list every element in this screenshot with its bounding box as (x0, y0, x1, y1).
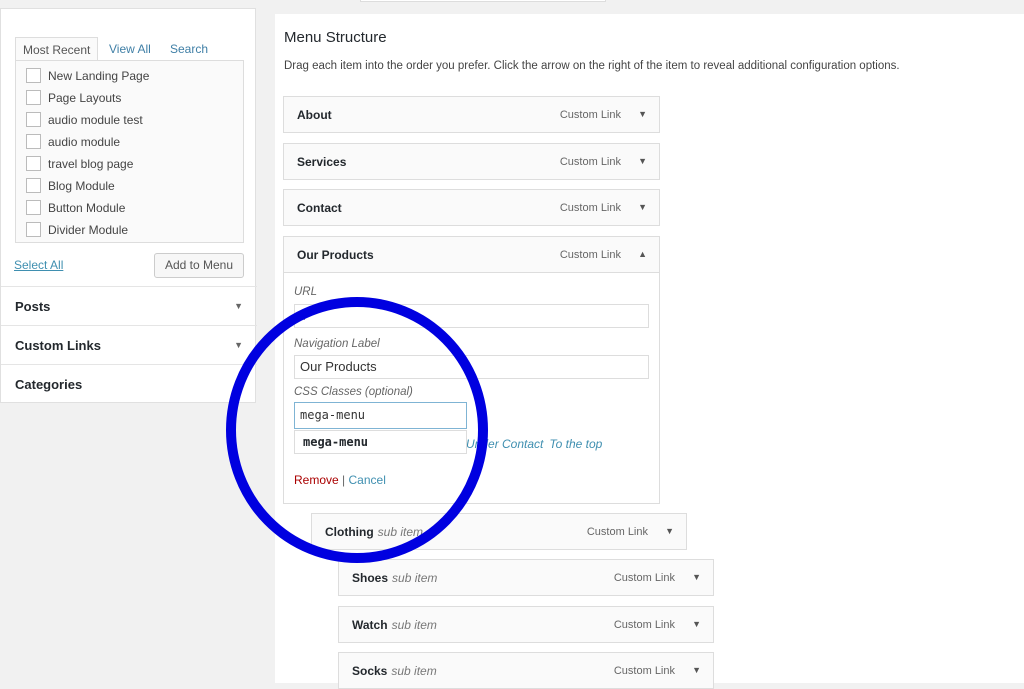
move-under-contact-link[interactable]: Under Contact (466, 437, 543, 451)
checkbox[interactable] (26, 156, 41, 171)
caret-down-icon: ▼ (234, 340, 243, 350)
item-label: audio module test (48, 112, 143, 127)
item-type: Custom Link (613, 619, 675, 631)
page-title: Menu Structure (284, 29, 387, 46)
actions: Remove | Cancel (294, 473, 386, 487)
add-menu-items-panel: Most Recent View All Search New Landing … (0, 8, 257, 403)
item-title: Socks (352, 664, 388, 678)
list-item[interactable]: audio module test (26, 112, 143, 127)
item-title: About (297, 108, 332, 122)
menu-item-about[interactable]: About Custom Link ▼ (283, 96, 660, 133)
move-to-top-link[interactable]: To the top (549, 437, 602, 451)
separator: | (342, 473, 346, 487)
item-type: Custom Link (559, 249, 621, 261)
menu-item-socks[interactable]: Socks sub item Custom Link ▼ (338, 652, 714, 689)
caret-down-icon[interactable]: ▼ (665, 526, 674, 536)
section-label: Custom Links (15, 338, 101, 353)
item-type: Custom Link (559, 156, 621, 168)
item-title: Clothing (325, 525, 374, 539)
checkbox[interactable] (26, 200, 41, 215)
item-label: Divider Module (48, 222, 129, 237)
move-links: Under Contact To the top (466, 437, 602, 451)
item-label: Button Module (48, 200, 126, 215)
checkbox[interactable] (26, 90, 41, 105)
checkbox[interactable] (26, 134, 41, 149)
sub-item-label: sub item (391, 618, 437, 632)
add-to-menu-button[interactable]: Add to Menu (154, 253, 244, 278)
item-label: audio module (48, 134, 121, 149)
item-type: Custom Link (559, 109, 621, 121)
checkbox[interactable] (26, 222, 41, 237)
section-categories[interactable]: Categories (1, 364, 257, 403)
list-item[interactable]: audio module (26, 134, 120, 149)
menu-item-our-products[interactable]: Our Products Custom Link ▲ (283, 236, 660, 273)
nav-label-input[interactable]: Our Products (294, 355, 649, 379)
nav-label-label: Navigation Label (294, 338, 380, 350)
menu-item-clothing[interactable]: Clothing sub item Custom Link ▼ (311, 513, 687, 550)
item-settings-panel: URL # Navigation Label Our Products CSS … (283, 273, 660, 504)
caret-down-icon[interactable]: ▼ (638, 202, 647, 212)
caret-up-icon[interactable]: ▲ (638, 249, 647, 259)
checkbox[interactable] (26, 178, 41, 193)
sub-item-label: sub item (392, 571, 438, 585)
url-input[interactable]: # (294, 304, 649, 328)
list-item[interactable]: Button Module (26, 200, 125, 215)
select-all-link[interactable]: Select All (14, 258, 63, 272)
tab-view-all[interactable]: View All (102, 37, 158, 61)
section-label: Categories (15, 377, 83, 392)
menu-item-shoes[interactable]: Shoes sub item Custom Link ▼ (338, 559, 714, 596)
css-classes-input[interactable]: mega-menu (294, 402, 467, 429)
item-type: Custom Link (559, 202, 621, 214)
description: Drag each item into the order you prefer… (284, 60, 900, 72)
page-list: New Landing Page Page Layouts audio modu… (15, 60, 244, 243)
caret-down-icon[interactable]: ▼ (638, 156, 647, 166)
caret-down-icon[interactable]: ▼ (692, 665, 701, 675)
remove-link[interactable]: Remove (294, 473, 339, 487)
tab-search[interactable]: Search (163, 37, 215, 61)
menu-item-services[interactable]: Services Custom Link ▼ (283, 143, 660, 180)
autocomplete-suggestion[interactable]: mega-menu (294, 430, 467, 454)
item-type: Custom Link (613, 665, 675, 677)
item-type: Custom Link (613, 572, 675, 584)
sub-item-label: sub item (391, 664, 437, 678)
cancel-link[interactable]: Cancel (349, 473, 386, 487)
item-title: Watch (352, 618, 388, 632)
menu-item-watch[interactable]: Watch sub item Custom Link ▼ (338, 606, 714, 643)
tab-most-recent[interactable]: Most Recent (15, 37, 99, 61)
top-strip (275, 0, 1024, 14)
caret-down-icon[interactable]: ▼ (638, 109, 647, 119)
checkbox[interactable] (26, 68, 41, 83)
item-label: Page Layouts (48, 90, 122, 105)
menu-name-input[interactable] (360, 0, 606, 2)
item-label: travel blog page (48, 156, 134, 171)
css-classes-label: CSS Classes (optional) (294, 386, 413, 398)
section-posts[interactable]: Posts ▼ (1, 286, 257, 325)
checkbox[interactable] (26, 112, 41, 127)
list-item[interactable]: Divider Module (26, 222, 128, 237)
item-title: Services (297, 155, 347, 169)
url-label: URL (294, 286, 318, 298)
item-title: Our Products (297, 248, 374, 262)
caret-down-icon: ▼ (234, 301, 243, 311)
caret-down-icon[interactable]: ▼ (692, 572, 701, 582)
menu-item-contact[interactable]: Contact Custom Link ▼ (283, 189, 660, 226)
caret-down-icon[interactable]: ▼ (692, 619, 701, 629)
item-label: New Landing Page (48, 68, 150, 83)
item-title: Shoes (352, 571, 389, 585)
item-title: Contact (297, 201, 342, 215)
list-item[interactable]: travel blog page (26, 156, 133, 171)
section-custom-links[interactable]: Custom Links ▼ (1, 325, 257, 364)
list-item[interactable]: Blog Module (26, 178, 115, 193)
list-item[interactable]: New Landing Page (26, 68, 149, 83)
item-type: Custom Link (586, 526, 648, 538)
section-label: Posts (15, 299, 51, 314)
sub-item-label: sub item (377, 525, 424, 539)
item-label: Blog Module (48, 178, 115, 193)
list-item[interactable]: Page Layouts (26, 90, 121, 105)
